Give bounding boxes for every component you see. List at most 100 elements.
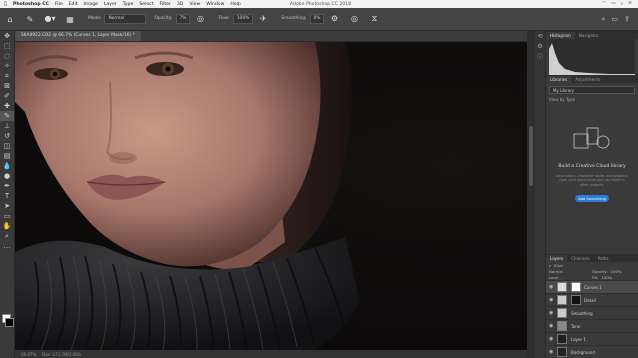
background-color-swatch[interactable] [5,318,14,327]
zoom-readout[interactable]: 66.67% [21,352,36,357]
eyedropper-tool-icon[interactable]: ✐ [0,91,14,101]
history-panel-icon[interactable]: ⟲ [535,31,545,41]
view-by-type-label[interactable]: View by Type [549,97,635,102]
eraser-tool-icon[interactable]: ◫ [0,141,14,151]
path-selection-tool-icon[interactable]: ➤ [0,201,14,211]
lasso-tool-icon[interactable]: ◌ [0,51,14,61]
filter-search-icon[interactable]: ⌕ [549,263,551,268]
visibility-eye-icon[interactable]: ◉ [549,349,555,355]
pressure-size-icon[interactable]: ◎ [348,13,360,25]
menu-edit[interactable]: Edit [69,2,78,7]
menu-select[interactable]: Select [139,2,153,7]
menu-image[interactable]: Image [84,2,98,7]
add-something-button[interactable]: Add Something [575,195,609,202]
airbrush-icon[interactable]: ✈ [257,13,269,25]
share-icon[interactable]: ⇪ [624,15,630,24]
brush-size-icon[interactable]: ●▾ [44,13,56,25]
tab-histogram[interactable]: Histogram [546,32,575,39]
smoothing-settings-icon[interactable]: ⚙ [328,13,340,25]
blur-tool-icon[interactable]: 💧 [0,161,14,171]
pen-tool-icon[interactable]: ✒ [0,181,14,191]
layer-mask-thumbnail[interactable] [571,282,581,292]
tab-libraries[interactable]: Libraries [546,76,572,83]
tab-paths[interactable]: Paths [594,255,613,262]
workspace-icon[interactable]: ▭ [612,15,619,24]
battery-icon[interactable]: ▭ [611,1,615,7]
document-size-readout[interactable]: Doc: 171.7M/1.08G [42,352,81,357]
dodge-tool-icon[interactable]: ● [0,171,14,181]
menu-list-icon[interactable]: ≡ [628,1,632,7]
layer-row[interactable]: ◉ Smoothing [546,306,638,319]
layer-name[interactable]: Tone [571,324,580,329]
tab-adjustments[interactable]: Adjustments [571,76,604,83]
layer-row[interactable]: ◉ Detail [546,293,638,306]
layer-row[interactable]: ◉ Tone [546,319,638,332]
hand-tool-icon[interactable]: ✋ [0,221,14,231]
pressure-opacity-icon[interactable]: ◎ [194,13,206,25]
kind-filter[interactable]: Kind [554,263,562,268]
layer-name[interactable]: Background [571,350,595,355]
layer-name[interactable]: Curves 1 [584,285,602,290]
properties-panel-icon[interactable]: ⚙ [535,41,545,51]
apple-icon[interactable]:  [4,1,7,7]
layer-row[interactable]: ◉ Layer 1 [546,332,638,345]
visibility-eye-icon[interactable]: ◉ [549,336,555,342]
layer-mask-thumbnail[interactable] [571,295,581,305]
document-canvas[interactable] [15,42,527,350]
flow-field[interactable]: 100% [232,14,254,24]
clone-stamp-tool-icon[interactable]: ⊥ [0,121,14,131]
opacity-field[interactable]: 7% [175,14,191,24]
layer-row[interactable]: ◉ Background [546,345,638,358]
visibility-eye-icon[interactable]: ◉ [549,310,555,316]
menu-filter[interactable]: Filter [159,2,170,7]
library-select[interactable]: My Library [549,86,635,94]
zoom-tool-icon[interactable]: ⌕ [0,231,14,241]
frame-tool-icon[interactable]: ⊠ [0,81,14,91]
menu-3d[interactable]: 3D [177,2,183,7]
rectangle-tool-icon[interactable]: ▭ [0,211,14,221]
mode-select[interactable]: Normal [104,14,147,24]
crop-tool-icon[interactable]: ⌗ [0,71,14,81]
canvas-scrollbar[interactable] [527,31,535,358]
type-tool-icon[interactable]: T [0,191,14,201]
layer-name[interactable]: Layer 1 [571,337,586,342]
spotlight-icon[interactable]: ⌕ [621,1,624,7]
layer-opacity-value[interactable]: 100% [611,269,622,274]
scrollbar-thumb[interactable] [529,126,533,186]
gradient-tool-icon[interactable]: ▤ [0,151,14,161]
info-panel-icon[interactable]: ⓘ [535,51,545,61]
tab-channels[interactable]: Channels [567,255,594,262]
tab-navigator[interactable]: Navigator [575,32,603,39]
visibility-eye-icon[interactable]: ◉ [549,323,555,329]
brush-tool-icon[interactable]: ✎ [24,13,36,25]
healing-brush-tool-icon[interactable]: ✚ [0,101,14,111]
history-brush-tool-icon[interactable]: ↺ [0,131,14,141]
symmetry-icon[interactable]: ⧖ [368,13,380,25]
blend-mode-select[interactable]: Normal [549,269,589,274]
menu-layer[interactable]: Layer [104,2,117,7]
menu-view[interactable]: View [189,2,200,7]
search-icon[interactable]: ⌕ [602,15,606,24]
menu-help[interactable]: Help [230,2,240,7]
move-tool-icon[interactable]: ✥ [0,31,14,41]
visibility-eye-icon[interactable]: ◉ [549,297,555,303]
marquee-tool-icon[interactable]: ⬚ [0,41,14,51]
menu-type[interactable]: Type [123,2,134,7]
menu-file[interactable]: File [55,2,63,7]
brush-tool-icon[interactable]: ✎ [0,111,14,121]
wifi-icon[interactable]: ◠ [602,1,606,7]
quick-select-tool-icon[interactable]: ✧ [0,61,14,71]
fill-value[interactable]: 100% [601,275,612,280]
document-tab[interactable]: 56A4922.CR2 @ 66.7% (Curves 1, Layer Mas… [15,31,141,41]
layer-name[interactable]: Detail [584,298,596,303]
edit-toolbar-icon[interactable]: … [0,241,14,251]
menu-window[interactable]: Window [206,2,224,7]
layer-name[interactable]: Smoothing [571,311,593,316]
brush-panel-icon[interactable]: ▦ [64,13,76,25]
visibility-eye-icon[interactable]: ◉ [549,284,555,290]
layer-row[interactable]: ◉ Curves 1 [546,280,638,293]
menu-app[interactable]: Photoshop CC [13,2,49,7]
smoothing-field[interactable]: 0% [309,14,325,24]
tab-layers[interactable]: Layers [546,255,568,262]
home-icon[interactable]: ⌂ [4,13,16,25]
